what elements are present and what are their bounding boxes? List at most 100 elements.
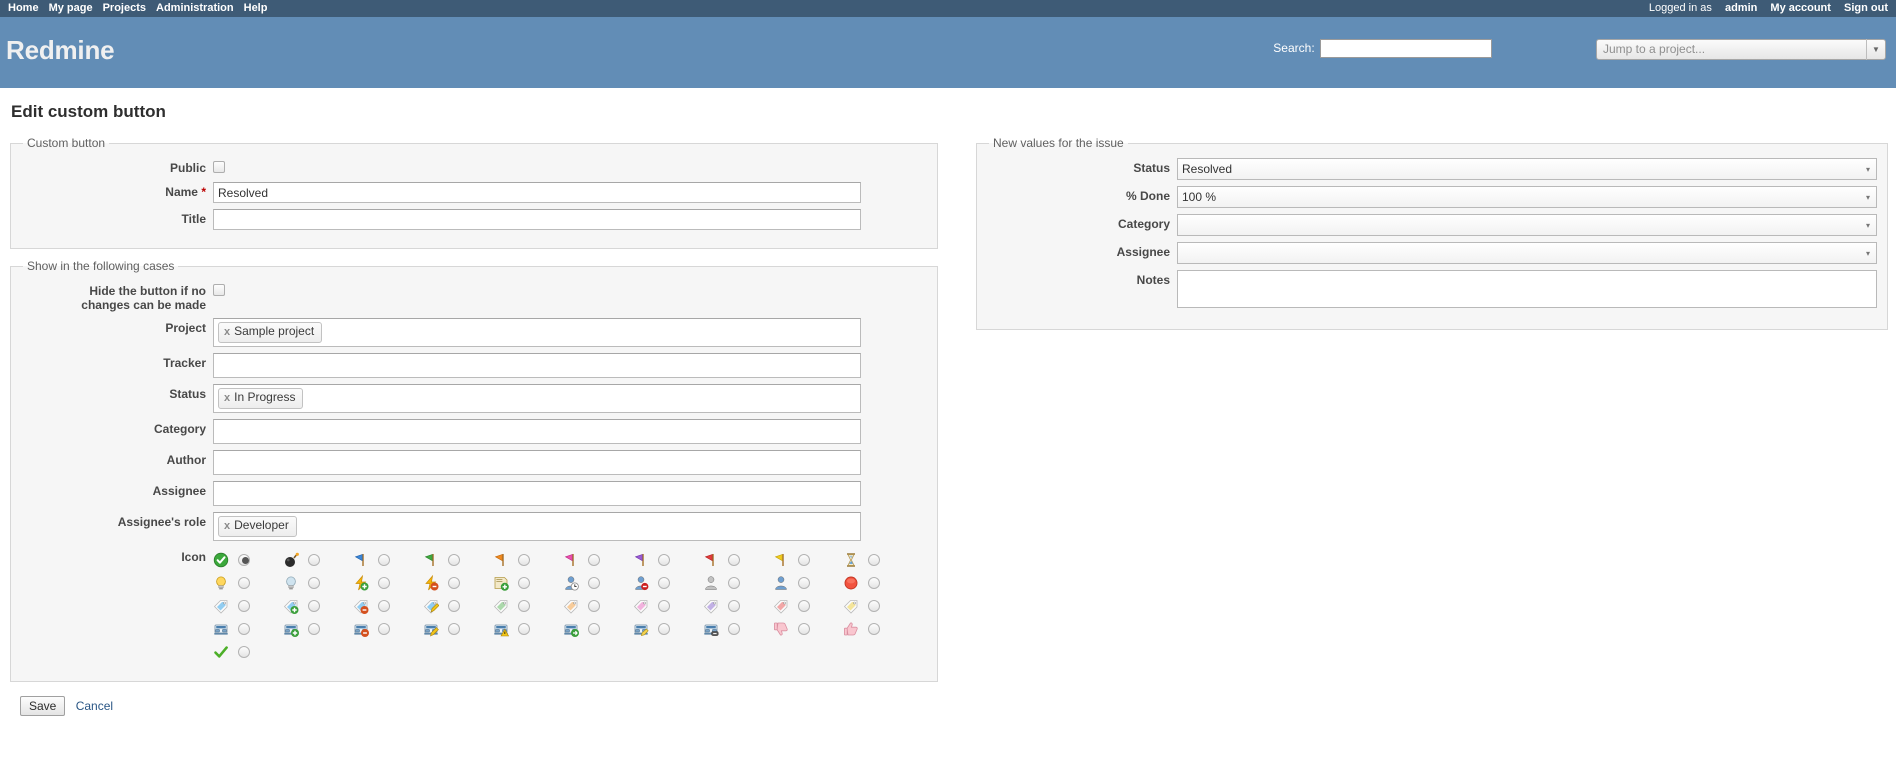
- icon-option[interactable]: [843, 575, 913, 591]
- icon-option[interactable]: [843, 598, 913, 614]
- icon-radio-hourglass[interactable]: [868, 553, 880, 566]
- icon-radio-bomb[interactable]: [308, 553, 320, 566]
- icon-option[interactable]: [353, 574, 423, 591]
- icon-radio-telephone-edit[interactable]: [448, 622, 460, 635]
- icon-radio-note-add[interactable]: [518, 576, 530, 589]
- icon-radio-tag-blue-add[interactable]: [308, 599, 320, 612]
- icon-option[interactable]: [773, 598, 843, 614]
- icon-radio-flag-purple[interactable]: [658, 553, 670, 566]
- hide-button-checkbox[interactable]: [213, 284, 225, 296]
- project-jump-dropdown[interactable]: Jump to a project... ▼: [1596, 39, 1886, 60]
- icon-option[interactable]: [493, 552, 563, 568]
- icon-radio-flag-orange[interactable]: [518, 553, 530, 566]
- icon-option[interactable]: [703, 575, 773, 591]
- tracker-token-input[interactable]: [213, 353, 861, 378]
- icon-option[interactable]: [423, 621, 493, 637]
- icon-radio-tick-green[interactable]: [238, 645, 250, 658]
- icon-radio-tag-pink[interactable]: [658, 599, 670, 612]
- category-token-input[interactable]: [213, 419, 861, 444]
- icon-radio-lightbulb-off[interactable]: [308, 576, 320, 589]
- icon-option[interactable]: [213, 575, 283, 591]
- icon-option[interactable]: [703, 552, 773, 568]
- menu-item-projects[interactable]: Projects: [103, 2, 146, 14]
- icon-radio-flag-red[interactable]: [728, 553, 740, 566]
- icon-radio-flag-yellow[interactable]: [798, 553, 810, 566]
- icon-option[interactable]: [633, 552, 703, 568]
- icon-radio-accept-green-check[interactable]: [238, 553, 250, 566]
- icon-radio-telephone-delete[interactable]: [378, 622, 390, 635]
- token-assignee-role[interactable]: x Developer: [218, 516, 297, 537]
- cancel-link[interactable]: Cancel: [76, 699, 113, 713]
- sign-out-link[interactable]: Sign out: [1844, 2, 1888, 14]
- icon-radio-flag-green[interactable]: [448, 553, 460, 566]
- icon-radio-telephone-error[interactable]: [518, 622, 530, 635]
- icon-option[interactable]: [843, 621, 913, 637]
- search-input[interactable]: [1320, 39, 1492, 58]
- icon-radio-user-delete[interactable]: [658, 576, 670, 589]
- save-button[interactable]: Save: [20, 696, 66, 716]
- public-checkbox[interactable]: [213, 161, 225, 173]
- icon-option[interactable]: [493, 621, 563, 637]
- icon-option[interactable]: [703, 621, 773, 637]
- icon-option[interactable]: [353, 621, 423, 637]
- icon-radio-user-blue[interactable]: [798, 576, 810, 589]
- icon-option[interactable]: [633, 598, 703, 614]
- icon-option[interactable]: [423, 598, 493, 614]
- icon-option[interactable]: [773, 552, 843, 568]
- icon-radio-telephone[interactable]: [238, 622, 250, 635]
- new-value-category-select[interactable]: ▾: [1177, 214, 1877, 236]
- author-token-input[interactable]: [213, 450, 861, 475]
- icon-option[interactable]: [423, 574, 493, 591]
- icon-option[interactable]: [423, 552, 493, 568]
- icon-option[interactable]: [843, 552, 913, 568]
- icon-option[interactable]: [283, 575, 353, 591]
- menu-item-home[interactable]: Home: [8, 2, 39, 14]
- name-input[interactable]: [213, 182, 861, 203]
- icon-option[interactable]: [633, 621, 703, 637]
- icon-option[interactable]: [283, 552, 353, 568]
- icon-option[interactable]: [493, 575, 563, 591]
- icon-option[interactable]: [633, 575, 703, 591]
- token-remove-icon[interactable]: x: [224, 326, 230, 338]
- icon-radio-tag-green[interactable]: [518, 599, 530, 612]
- project-token-input[interactable]: x Sample project: [213, 318, 861, 347]
- icon-option[interactable]: [213, 621, 283, 637]
- new-value-notes-textarea[interactable]: [1177, 270, 1877, 308]
- icon-option[interactable]: [493, 598, 563, 614]
- icon-radio-tag-blue-delete[interactable]: [378, 599, 390, 612]
- status-token-input[interactable]: x In Progress: [213, 384, 861, 413]
- menu-item-administration[interactable]: Administration: [156, 2, 234, 14]
- icon-radio-telephone-go[interactable]: [588, 622, 600, 635]
- icon-radio-telephone-link[interactable]: [728, 622, 740, 635]
- icon-radio-tag-purple[interactable]: [728, 599, 740, 612]
- title-input[interactable]: [213, 209, 861, 230]
- token-status[interactable]: x In Progress: [218, 388, 304, 409]
- icon-radio-flag-pink[interactable]: [588, 553, 600, 566]
- icon-radio-tag-yellow[interactable]: [868, 599, 880, 612]
- icon-option[interactable]: [773, 621, 843, 637]
- new-value-percent-done-select[interactable]: 100 % ▾: [1177, 186, 1877, 208]
- icon-option[interactable]: [283, 621, 353, 637]
- icon-radio-lightbulb-on[interactable]: [238, 576, 250, 589]
- icon-radio-flag-blue[interactable]: [378, 553, 390, 566]
- icon-option[interactable]: [353, 598, 423, 614]
- icon-option[interactable]: [703, 598, 773, 614]
- token-remove-icon[interactable]: x: [224, 520, 230, 532]
- icon-option[interactable]: [213, 598, 283, 614]
- icon-radio-tag-orange[interactable]: [588, 599, 600, 612]
- icon-radio-thumb-down[interactable]: [798, 622, 810, 635]
- icon-radio-user-time[interactable]: [588, 576, 600, 589]
- my-account-link[interactable]: My account: [1770, 2, 1831, 14]
- new-value-status-select[interactable]: Resolved ▾: [1177, 158, 1877, 180]
- icon-option[interactable]: [563, 598, 633, 614]
- menu-item-my-page[interactable]: My page: [49, 2, 93, 14]
- icon-radio-tag-red[interactable]: [798, 599, 810, 612]
- icon-radio-lightning-add[interactable]: [378, 576, 390, 589]
- icon-radio-telephone-key[interactable]: [658, 622, 670, 635]
- icon-option[interactable]: [353, 552, 423, 568]
- token-project[interactable]: x Sample project: [218, 322, 323, 343]
- icon-option[interactable]: [563, 621, 633, 637]
- icon-radio-thumb-up[interactable]: [868, 622, 880, 635]
- assignee-token-input[interactable]: [213, 481, 861, 506]
- new-value-assignee-select[interactable]: ▾: [1177, 242, 1877, 264]
